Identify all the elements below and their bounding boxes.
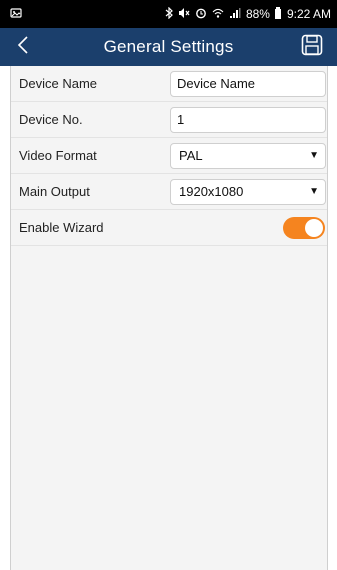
- video-format-label: Video Format: [19, 148, 97, 163]
- chevron-left-icon: [16, 35, 30, 60]
- main-output-select[interactable]: 1920x1080 ▼: [170, 178, 326, 205]
- save-icon: [301, 34, 323, 61]
- enable-wizard-toggle[interactable]: [283, 216, 325, 239]
- status-time: 9:22 AM: [286, 7, 331, 21]
- main-output-label: Main Output: [19, 184, 90, 199]
- battery-text: 88%: [245, 7, 270, 21]
- signal-icon: [229, 7, 241, 22]
- mute-icon: [178, 7, 190, 22]
- status-bar: 88% 9:22 AM: [0, 0, 337, 28]
- toggle-knob: [305, 218, 323, 237]
- settings-panel: Device Name Device No. Video Format PAL …: [10, 66, 328, 570]
- save-button[interactable]: [299, 34, 325, 60]
- main-output-row: Main Output 1920x1080 ▼: [11, 174, 327, 210]
- device-name-row: Device Name: [11, 66, 327, 102]
- device-name-input[interactable]: [170, 70, 326, 97]
- app-bar: General Settings: [0, 28, 337, 66]
- caret-down-icon: ▼: [309, 186, 319, 197]
- wifi-icon: [212, 7, 224, 22]
- page-title: General Settings: [103, 37, 234, 56]
- video-format-value: PAL: [179, 148, 203, 163]
- notification-icon: [10, 7, 22, 22]
- battery-icon: [274, 7, 281, 19]
- caret-down-icon: ▼: [309, 150, 319, 161]
- device-no-row: Device No.: [11, 102, 327, 138]
- enable-wizard-row: Enable Wizard: [11, 210, 327, 246]
- alarm-icon: [195, 7, 207, 22]
- video-format-row: Video Format PAL ▼: [11, 138, 327, 174]
- main-output-value: 1920x1080: [179, 184, 244, 199]
- enable-wizard-label: Enable Wizard: [19, 220, 104, 235]
- device-no-label: Device No.: [19, 112, 83, 127]
- back-button[interactable]: [10, 34, 36, 60]
- video-format-select[interactable]: PAL ▼: [170, 142, 326, 169]
- bluetooth-icon: [165, 6, 173, 22]
- device-name-label: Device Name: [19, 76, 98, 91]
- device-no-input[interactable]: [170, 106, 326, 133]
